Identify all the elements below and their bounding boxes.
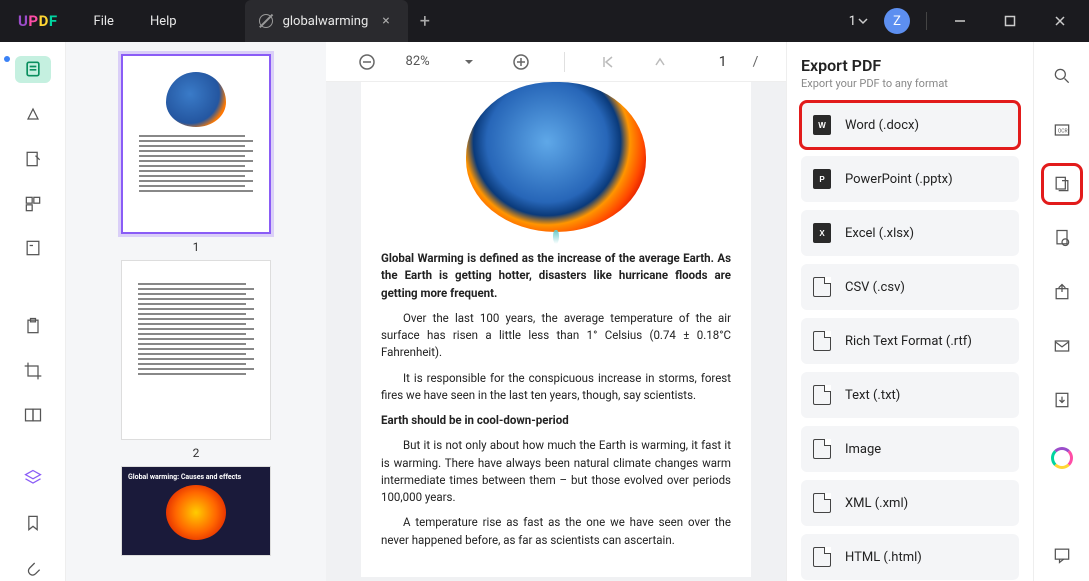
powerpoint-icon: P [813,169,831,189]
user-avatar[interactable]: Z [884,8,910,34]
html-icon [813,547,831,567]
app-logo: UPDF [0,12,76,30]
first-page-button[interactable] [595,49,621,75]
pages-tool[interactable] [15,190,51,217]
zoom-value: 82% [406,54,430,69]
separator [926,12,927,30]
document-toolbar: 82% / [326,42,786,82]
right-toolbar: OCR [1033,42,1089,581]
edit-tool[interactable] [15,145,51,172]
chevron-down-icon [858,16,868,26]
zoom-in-button[interactable] [508,49,534,75]
thumb-2-number: 2 [106,446,286,460]
thumbnail-2[interactable]: 2 [106,260,286,460]
csv-icon [813,277,831,297]
image-icon [813,439,831,459]
window-count[interactable]: 1 [849,14,868,29]
form-tool[interactable] [15,235,51,262]
highlighter-tool[interactable] [15,101,51,128]
indicator-dot [4,56,10,62]
menu-help[interactable]: Help [132,14,195,29]
share-button[interactable] [1044,274,1080,310]
export-txt[interactable]: Text (.txt) [801,372,1019,418]
export-powerpoint[interactable]: P PowerPoint (.pptx) [801,156,1019,202]
updf-logo-icon[interactable] [1051,447,1073,469]
search-button[interactable] [1044,58,1080,94]
export-xml[interactable]: XML (.xml) [801,480,1019,526]
word-icon: W [813,115,831,135]
txt-icon [813,385,831,405]
menu-file[interactable]: File [76,14,132,29]
xml-icon [813,493,831,513]
prev-page-button[interactable] [647,49,673,75]
ocr-button[interactable]: OCR [1044,112,1080,148]
document-viewport[interactable]: Global Warming is defined as the increas… [326,82,786,581]
tab-title: globalwarming [283,14,369,29]
zoom-dropdown[interactable] [456,49,482,75]
excel-icon: X [813,223,831,243]
export-image[interactable]: Image [801,426,1019,472]
globe-illustration [466,82,646,232]
export-html[interactable]: HTML (.html) [801,534,1019,580]
export-word[interactable]: W Word (.docx) [801,102,1019,148]
compare-tool[interactable] [15,402,51,429]
export-rtf[interactable]: Rich Text Format (.rtf) [801,318,1019,364]
tab-close-button[interactable]: × [378,13,393,29]
reader-tool[interactable] [15,56,51,83]
clipboard-tool[interactable] [15,313,51,340]
export-subtitle: Export your PDF to any format [801,77,1019,90]
comment-button[interactable] [1044,537,1080,573]
export-button[interactable] [1044,166,1080,202]
zoom-out-button[interactable] [354,49,380,75]
thumbnail-1[interactable]: 1 [106,54,286,254]
export-excel[interactable]: X Excel (.xlsx) [801,210,1019,256]
email-button[interactable] [1044,328,1080,364]
export-panel: Export PDF Export your PDF to any format… [786,42,1033,581]
crop-tool[interactable] [15,357,51,384]
layers-tool[interactable] [15,465,51,492]
page-separator: / [753,54,759,70]
rtf-icon [813,331,831,351]
protect-button[interactable] [1044,220,1080,256]
thumbnail-3[interactable]: Global warming: Causes and effects [106,466,286,556]
export-csv[interactable]: CSV (.csv) [801,264,1019,310]
tab-file-icon [259,14,273,28]
thumbnail-panel: 1 2 Global warming: Causes and effects [66,42,326,581]
maximize-button[interactable] [993,6,1027,36]
page-content: Global Warming is defined as the increas… [361,82,751,577]
save-button[interactable] [1044,382,1080,418]
document-tab[interactable]: globalwarming × [245,0,408,42]
page-input[interactable] [699,54,727,70]
titlebar: UPDF File Help globalwarming × + 1 Z [0,0,1089,42]
attachment-tool[interactable] [15,554,51,581]
export-title: Export PDF [801,56,1019,75]
svg-text:OCR: OCR [1057,129,1067,135]
new-tab-button[interactable]: + [420,11,430,32]
minimize-button[interactable] [943,6,977,36]
thumb-1-number: 1 [106,240,286,254]
bookmark-tool[interactable] [15,509,51,536]
left-toolbar [0,42,66,581]
close-button[interactable] [1043,6,1077,36]
